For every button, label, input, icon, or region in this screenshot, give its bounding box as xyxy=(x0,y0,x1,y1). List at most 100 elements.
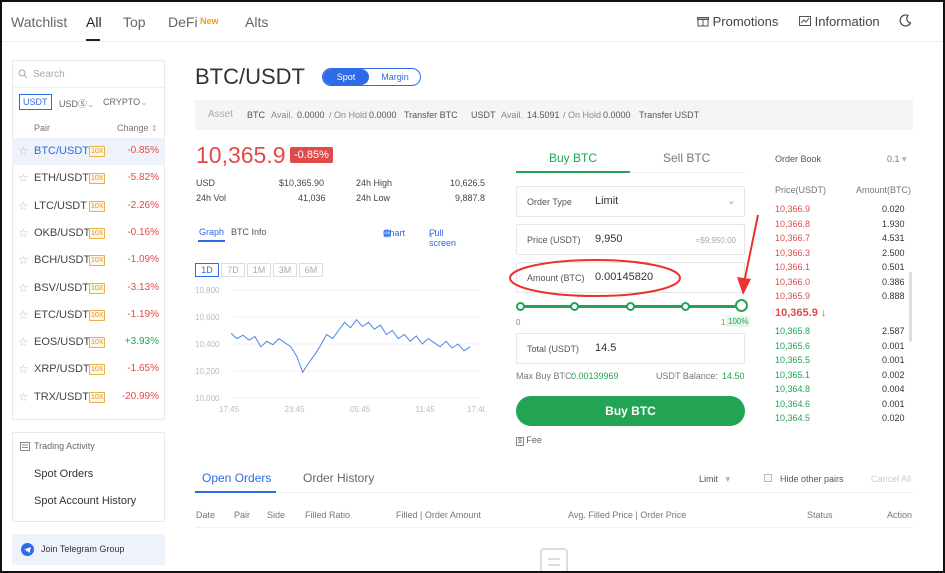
tab-btc-info[interactable]: BTC Info xyxy=(231,227,267,237)
star-icon[interactable]: ☆ xyxy=(18,226,29,240)
star-icon[interactable]: ☆ xyxy=(18,199,29,213)
fullscreen-label: Full screen xyxy=(429,228,457,248)
star-icon[interactable]: ☆ xyxy=(18,335,29,349)
col-filled-ratio: Filled Ratio xyxy=(305,510,351,520)
total-field[interactable]: Total (USDT) 14.5 xyxy=(516,333,745,364)
pair-row[interactable]: ☆ ETC/USDT 10X -1.19% xyxy=(12,302,165,329)
spot-account-history-link[interactable]: Spot Account History xyxy=(34,495,136,507)
star-icon[interactable]: ☆ xyxy=(18,281,29,295)
currency-tab-usdt[interactable]: USDT xyxy=(19,94,52,110)
star-icon[interactable]: ☆ xyxy=(18,308,29,322)
nav-all[interactable]: All xyxy=(86,14,102,30)
ob-price[interactable]: 10,365.9 xyxy=(775,291,810,301)
fee-link[interactable]: $ Fee xyxy=(516,435,542,446)
ob-price[interactable]: 10,364.8 xyxy=(775,384,810,394)
hide-pairs-checkbox[interactable] xyxy=(764,474,772,482)
ob-amount: 4.531 xyxy=(882,233,905,243)
pair-row[interactable]: ☆ BTC/USDT 10X -0.85% xyxy=(12,138,165,165)
pair-row[interactable]: ☆ OKB/USDT 10X -0.16% xyxy=(12,220,165,247)
order-filter[interactable]: Limit ▾ xyxy=(699,474,730,485)
ob-price[interactable]: 10,366.9 xyxy=(775,204,810,214)
range-7d[interactable]: 7D xyxy=(221,263,245,277)
ob-price[interactable]: 10,366.1 xyxy=(775,262,810,272)
leverage-badge: 10X xyxy=(89,200,106,212)
ob-price[interactable]: 10,366.3 xyxy=(775,248,810,258)
price-change-badge: -0.85% xyxy=(290,147,333,163)
col-pair: Pair xyxy=(234,510,251,520)
promotions-link[interactable]: Promotions xyxy=(697,14,778,29)
ob-price[interactable]: 10,366.8 xyxy=(775,219,810,229)
ob-price[interactable]: 10,365.1 xyxy=(775,370,810,380)
nav-top[interactable]: Top xyxy=(123,14,146,30)
star-icon[interactable]: ☆ xyxy=(18,171,29,185)
star-icon[interactable]: ☆ xyxy=(18,144,29,158)
ob-price[interactable]: 10,364.5 xyxy=(775,413,810,423)
star-icon[interactable]: ☆ xyxy=(18,362,29,376)
tab-open-orders[interactable]: Open Orders xyxy=(202,471,271,485)
y-tick-label: 10,400 xyxy=(195,340,220,349)
spot-orders-link[interactable]: Spot Orders xyxy=(34,468,93,480)
nav-defi[interactable]: DeFi xyxy=(168,14,198,30)
currency-tab-crypto[interactable]: CRYPTO⌄ xyxy=(103,97,148,108)
pair-row[interactable]: ☆ ETH/USDT 10X -5.82% xyxy=(12,165,165,192)
pair-row[interactable]: ☆ TRX/USDT 10X -20.99% xyxy=(12,384,165,411)
currency-tab-usd[interactable]: USDⓈ⌄ xyxy=(59,97,95,110)
transfer-btc-link[interactable]: Transfer BTC xyxy=(404,110,458,120)
star-icon[interactable]: ☆ xyxy=(18,253,29,267)
pair-row[interactable]: ☆ BCH/USDT 10X -1.09% xyxy=(12,247,165,274)
transfer-usdt-link[interactable]: Transfer USDT xyxy=(639,110,699,120)
app-window: Watchlist All Top DeFi New Alts Promotio… xyxy=(0,0,945,573)
tab-graph[interactable]: Graph xyxy=(199,227,224,237)
ob-price[interactable]: 10,365.5 xyxy=(775,355,810,365)
btc-avail-value: 0.0000 xyxy=(297,110,325,120)
telegram-banner[interactable]: Join Telegram Group xyxy=(12,534,165,565)
spot-toggle[interactable]: Spot xyxy=(323,69,369,85)
ob-price[interactable]: 10,365.8 xyxy=(775,326,810,336)
pair-row[interactable]: ☆ EOS/USDT 10X +3.93% xyxy=(12,329,165,356)
col-filled-amount: Filled | Order Amount xyxy=(396,510,481,520)
orderbook-scrollbar[interactable] xyxy=(909,272,912,342)
pair-row[interactable]: ☆ LTC/USDT 10X -2.26% xyxy=(12,193,165,220)
ob-price[interactable]: 10,364.6 xyxy=(775,399,810,409)
annotation-arrow-line xyxy=(743,214,759,284)
information-label: Information xyxy=(814,14,880,29)
ob-price[interactable]: 10,365.6 xyxy=(775,341,810,351)
asset-usdt: USDT xyxy=(471,110,496,120)
hide-pairs-label[interactable]: Hide other pairs xyxy=(780,474,844,484)
margin-toggle[interactable]: Margin xyxy=(369,69,420,85)
price-chart[interactable]: 10,800 10,600 10,400 10,200 10,000 17:45 23:45… xyxy=(195,282,485,417)
col-pair-header[interactable]: Pair xyxy=(34,123,50,133)
search-box[interactable]: Search xyxy=(12,60,165,88)
tab-order-history[interactable]: Order History xyxy=(303,471,374,485)
star-icon[interactable]: ☆ xyxy=(18,390,29,404)
btc-hold-label: / On Hold xyxy=(329,110,368,120)
x-tick-label: 05:45 xyxy=(350,405,371,414)
nav-watchlist[interactable]: Watchlist xyxy=(11,14,67,30)
range-6m[interactable]: 6M xyxy=(299,263,323,277)
orderbook-step[interactable]: 0.1 ▾ xyxy=(887,154,907,165)
dollar-icon: $ xyxy=(516,437,524,446)
chevron-down-icon: ⌄ xyxy=(140,97,148,107)
range-1d[interactable]: 1D xyxy=(195,263,219,277)
ob-amount: 0.020 xyxy=(882,413,905,423)
nav-alts[interactable]: Alts xyxy=(245,14,268,30)
ob-amount: 0.386 xyxy=(882,276,905,287)
ob-amount: 0.001 xyxy=(882,355,905,365)
ob-price[interactable]: 10,366.7 xyxy=(775,233,810,243)
pair-name: LTC/USDT xyxy=(34,199,87,212)
information-link[interactable]: Information xyxy=(799,14,880,29)
ob-price[interactable]: 10,366.0 xyxy=(775,277,810,287)
pair-row[interactable]: ☆ XRP/USDT 10X -1.65% xyxy=(12,356,165,383)
pair-change: -0.85% xyxy=(127,145,159,156)
range-1m[interactable]: 1M xyxy=(247,263,271,277)
pair-change: -1.19% xyxy=(127,308,159,320)
pair-row[interactable]: ☆ BSV/USDT 10X -3.13% xyxy=(12,275,165,302)
col-change-header[interactable]: Change ⇕ xyxy=(117,123,158,133)
cancel-all-button[interactable]: Cancel All xyxy=(871,474,911,484)
tab-sell[interactable]: Sell BTC xyxy=(663,151,710,165)
range-3m[interactable]: 3M xyxy=(273,263,297,277)
buy-button[interactable]: Buy BTC xyxy=(516,396,745,426)
theme-toggle[interactable] xyxy=(899,14,912,30)
new-badge: New xyxy=(200,16,219,26)
tab-buy[interactable]: Buy BTC xyxy=(549,151,597,165)
